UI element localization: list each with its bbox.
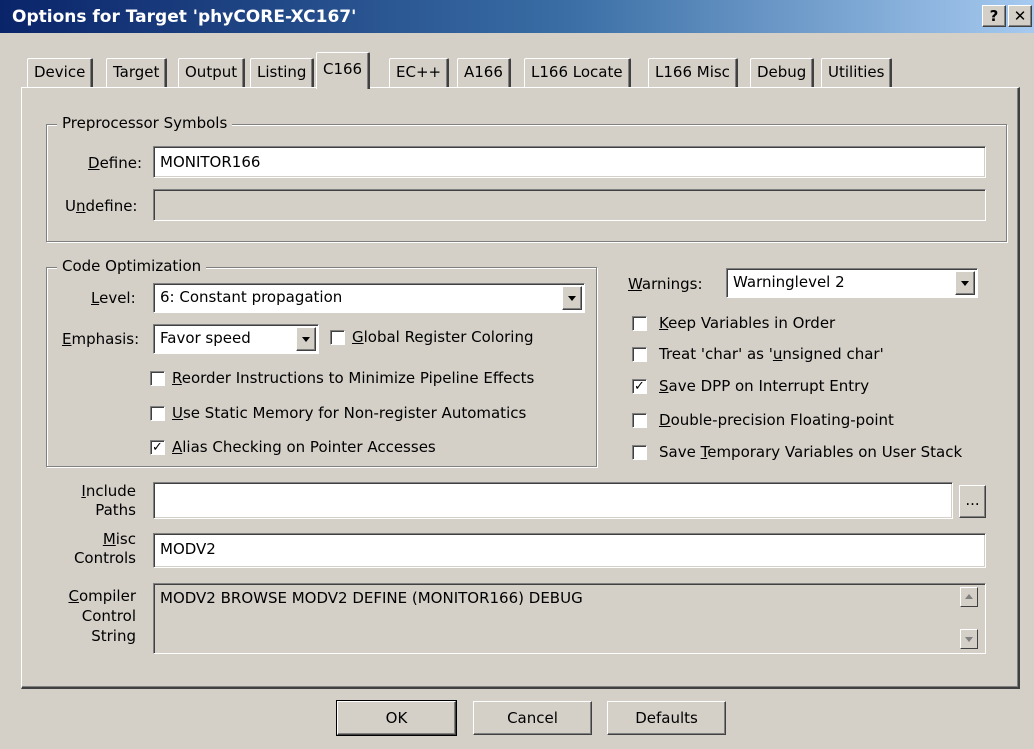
defaults-button[interactable]: Defaults bbox=[607, 701, 726, 735]
title-bar: Options for Target 'phyCORE-XC167' ? ✕ bbox=[0, 0, 1034, 33]
close-button[interactable]: ✕ bbox=[1008, 5, 1032, 27]
tab-l166-locate[interactable]: L166 Locate bbox=[524, 58, 631, 87]
help-button[interactable]: ? bbox=[982, 5, 1006, 27]
tab-debug[interactable]: Debug bbox=[750, 58, 815, 87]
tab-listing[interactable]: Listing bbox=[250, 58, 315, 87]
tab-c166[interactable]: C166 bbox=[316, 52, 371, 89]
tab-ecpp[interactable]: EC++ bbox=[389, 58, 450, 87]
tab-target[interactable]: Target bbox=[106, 58, 168, 87]
tab-output[interactable]: Output bbox=[178, 58, 246, 87]
window-title: Options for Target 'phyCORE-XC167' bbox=[12, 7, 357, 27]
cancel-button[interactable]: Cancel bbox=[473, 701, 592, 735]
ok-button[interactable]: OK bbox=[336, 700, 457, 736]
tab-l166-misc[interactable]: L166 Misc bbox=[648, 58, 738, 87]
tab-panel-c166 bbox=[21, 87, 1020, 689]
tab-utilities[interactable]: Utilities bbox=[821, 58, 893, 87]
tab-a166[interactable]: A166 bbox=[457, 58, 511, 87]
tab-device[interactable]: Device bbox=[27, 58, 94, 87]
